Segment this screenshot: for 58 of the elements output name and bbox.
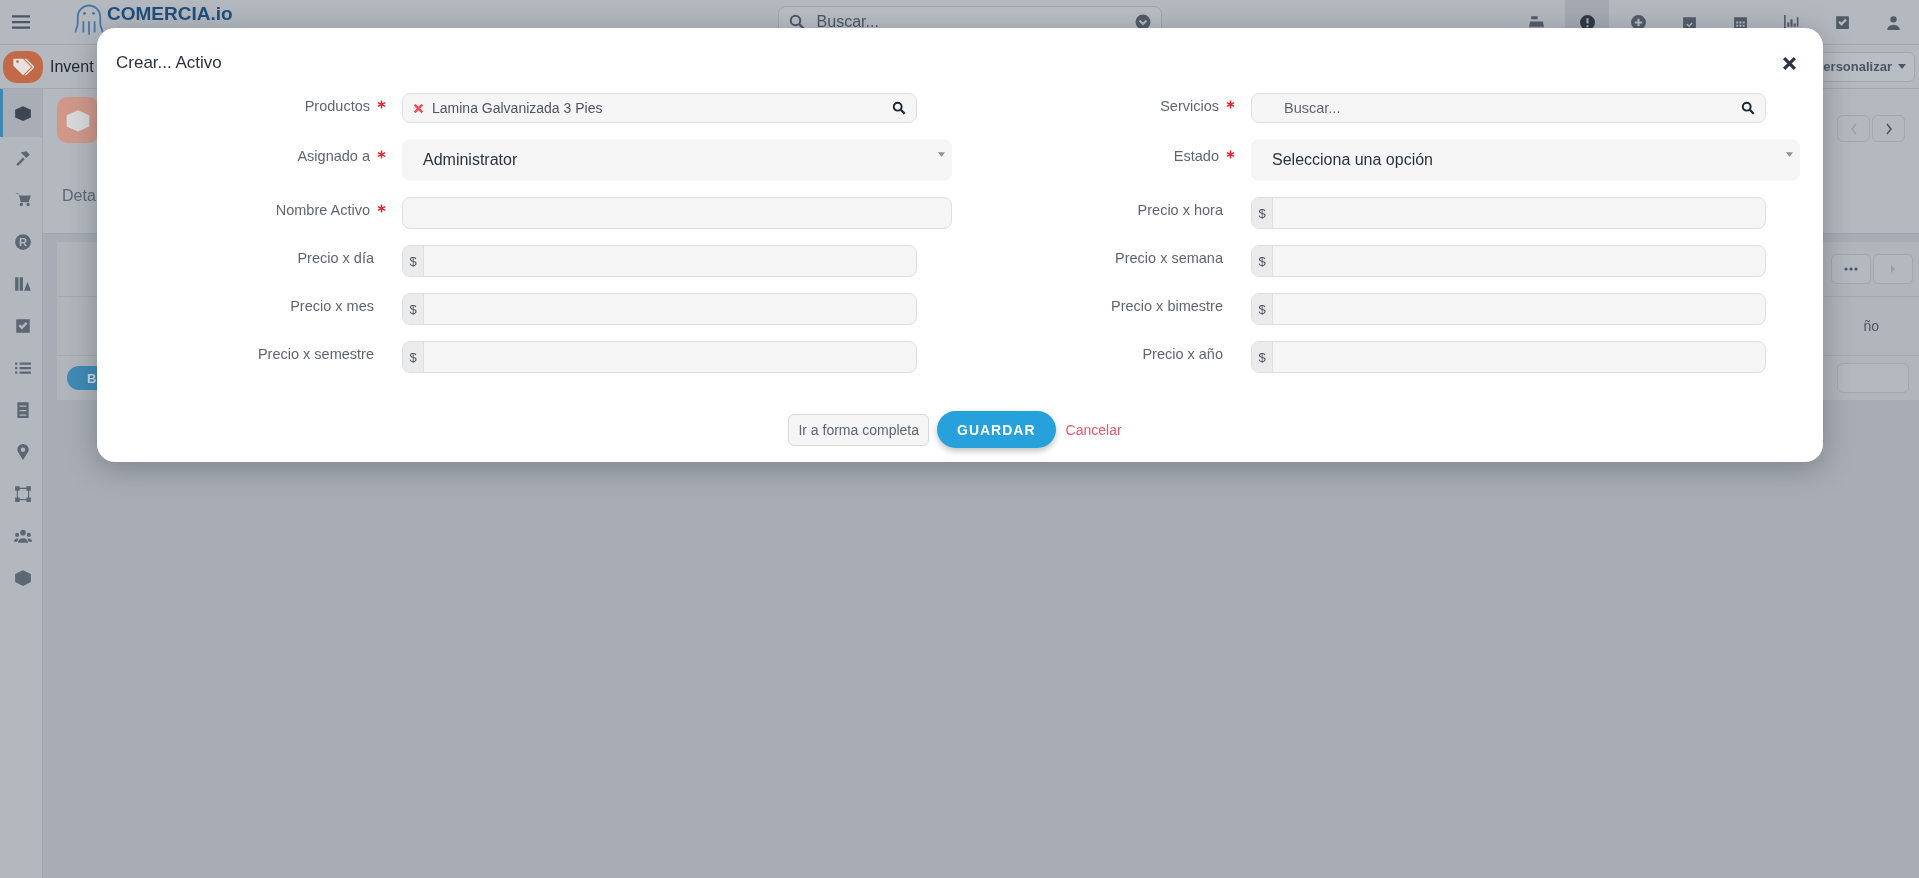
- remove-icon[interactable]: [413, 102, 424, 114]
- selected-product: Lamina Galvanizada 3 Pies: [432, 100, 604, 116]
- input-field[interactable]: [1837, 363, 1909, 393]
- field-label: Precio x mes: [290, 298, 375, 314]
- caret-icon: [938, 152, 945, 157]
- search-field[interactable]: Buscar...: [814, 12, 1125, 32]
- user-icon: [1884, 13, 1902, 31]
- checkbox-icon: [1833, 13, 1851, 31]
- checkbox-icon: [13, 317, 32, 335]
- service-search-bar[interactable]: Buscar...: [1251, 93, 1766, 123]
- select-value: Selecciona una opción: [1272, 151, 1434, 169]
- cube-icon: [13, 569, 32, 587]
- field-label: Precio x semestre: [257, 346, 375, 362]
- search-icon[interactable]: [1741, 101, 1755, 115]
- product-search-field[interactable]: Lamina Galvanizada 3 Pies: [402, 93, 917, 123]
- search-field[interactable]: Buscar...: [1262, 99, 1733, 117]
- tag-tile[interactable]: [3, 50, 43, 83]
- select-field[interactable]: Selecciona una opción: [1251, 139, 1800, 181]
- logo-text: COMERCIA.io: [107, 4, 233, 24]
- text-field[interactable]: [402, 197, 952, 229]
- circle-nav-item[interactable]: R: [0, 221, 42, 263]
- field-label: Precio x año: [1142, 346, 1224, 362]
- field-label: Precio x bimestre: [1111, 298, 1224, 314]
- search-icon[interactable]: [892, 101, 906, 115]
- module-title: Invent: [50, 57, 94, 76]
- list-icon: [13, 359, 32, 377]
- menu-icon[interactable]: [12, 14, 30, 30]
- select-field[interactable]: Administrator: [402, 139, 952, 181]
- cart-icon: [13, 191, 32, 209]
- field-label: Productos: [304, 98, 370, 114]
- caret-icon: [1898, 64, 1906, 69]
- more-icon: [1844, 267, 1858, 271]
- field-label: Asignado a: [297, 148, 370, 164]
- triangle-right-icon: [1890, 265, 1896, 273]
- box-nav-item[interactable]: [0, 89, 42, 137]
- field-label: Precio x día: [297, 250, 375, 266]
- field-label: Nombre Activo: [275, 202, 370, 218]
- column-header: ño: [1863, 318, 1879, 334]
- chevron-right-icon: [1884, 122, 1893, 135]
- caret-icon: [1786, 152, 1793, 157]
- modal-title: Crear... Activo: [116, 53, 222, 73]
- field-label: Precio x semana: [1115, 250, 1224, 266]
- field-label: Precio x hora: [1137, 202, 1224, 218]
- chevron-down-icon[interactable]: [1134, 14, 1151, 30]
- alert-icon: [1578, 13, 1596, 31]
- chevron-left-icon: [1849, 122, 1858, 135]
- full-form-button[interactable]: Ir a forma completa: [788, 413, 929, 446]
- field-label: Servicios: [1160, 98, 1219, 114]
- users-icon: [13, 527, 32, 545]
- more-button[interactable]: [1831, 254, 1871, 284]
- save-button[interactable]: GUARDAR: [937, 411, 1056, 448]
- field-label: Estado: [1173, 148, 1219, 164]
- next-button[interactable]: [1872, 115, 1905, 142]
- cancel-link[interactable]: Cancelar: [1065, 421, 1122, 438]
- close-icon[interactable]: [1782, 55, 1797, 71]
- books-icon: [13, 275, 32, 293]
- search-icon: [788, 14, 805, 30]
- select-value: Administrator: [423, 151, 519, 169]
